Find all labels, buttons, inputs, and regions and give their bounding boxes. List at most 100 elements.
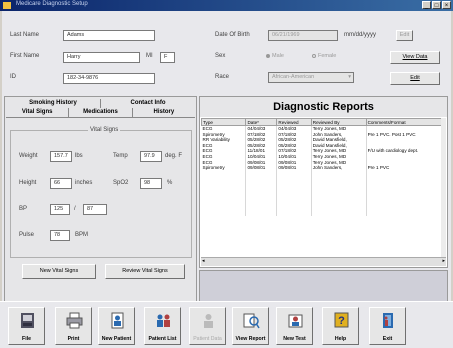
reports-table: Type Date* Reviewed Reviewed By Comments/For… — [200, 118, 447, 216]
app-icon — [3, 2, 11, 9]
radio-selected-icon — [266, 53, 270, 58]
spo2-field[interactable]: 98 — [140, 178, 162, 189]
first-name-field[interactable]: Harry — [63, 52, 140, 63]
svg-text:?: ? — [338, 315, 345, 327]
tab-row-2: Vital Signs Medications History — [6, 108, 195, 118]
dob-edit-button[interactable]: Edit — [396, 30, 413, 41]
last-name-label: Last Name — [10, 32, 40, 38]
horizontal-scrollbar[interactable]: ◂ ▸ — [201, 257, 446, 266]
title-bar: Medicare Diagnostic Setup _ □ × — [0, 0, 453, 11]
sex-female-radio[interactable]: Female — [312, 53, 336, 59]
tab-contact-info[interactable]: Contact Info — [101, 99, 195, 108]
view-data-button[interactable]: View Data — [390, 51, 440, 64]
file-label: File — [22, 336, 31, 342]
spo2-label: SpO2 — [113, 180, 129, 186]
sex-male-radio[interactable]: Male — [266, 53, 284, 59]
radio-unselected-icon — [312, 53, 316, 58]
edit-label: Edit — [410, 75, 420, 81]
height-unit: inches — [75, 180, 93, 186]
temp-unit: deg. F — [165, 153, 183, 159]
view-report-label: View Report — [235, 336, 266, 342]
view-report-button[interactable]: View Report — [232, 307, 269, 345]
sex-label: Sex — [215, 53, 226, 59]
empty-row — [201, 209, 447, 216]
help-icon: ? — [334, 312, 349, 328]
tab-medications[interactable]: Medications — [69, 108, 131, 117]
dob-field[interactable]: 06/21/1969 — [268, 30, 338, 41]
mi-label: MI — [146, 53, 153, 59]
column-header[interactable]: Comments/Format — [365, 118, 447, 126]
help-label: Help — [334, 336, 347, 342]
patient-list-label: Patient List — [148, 336, 177, 342]
new-patient-button[interactable]: New Patient — [98, 307, 135, 345]
last-name-field[interactable]: Adams — [63, 30, 155, 41]
race-value: African-American — [272, 74, 315, 80]
bp-systolic-field[interactable]: 125 — [50, 204, 70, 215]
column-header[interactable]: Reviewed — [276, 118, 312, 126]
new-vital-signs-button[interactable]: New Vital Signs — [22, 264, 96, 279]
bp-diastolic-field[interactable]: 87 — [83, 204, 107, 215]
print-button[interactable]: Print — [55, 307, 92, 345]
first-name-label: First Name — [10, 53, 40, 59]
chevron-down-icon: ▾ — [348, 74, 351, 80]
column-header[interactable]: Date* — [245, 118, 278, 126]
help-button[interactable]: ? Help — [322, 307, 359, 345]
tab-vital-signs[interactable]: Vital Signs — [6, 108, 68, 117]
patient-data-label: Patient Data — [193, 336, 222, 342]
height-field[interactable]: 66 — [50, 178, 72, 189]
review-vital-signs-label: Review Vital Signs — [122, 268, 168, 274]
new-patient-label: New Patient — [101, 336, 132, 342]
minimize-button[interactable]: _ — [422, 1, 431, 9]
reports-title: Diagnostic Reports — [200, 97, 447, 117]
height-label: Height — [19, 180, 37, 186]
spo2-unit: % — [167, 180, 173, 186]
pulse-unit: BPM — [75, 232, 89, 238]
vertical-scrollbar[interactable] — [441, 118, 446, 257]
column-header[interactable]: Reviewed By — [310, 118, 367, 126]
bp-separator: / — [74, 206, 76, 212]
pulse-label: Pulse — [19, 232, 35, 238]
bp-label: BP — [19, 206, 28, 212]
patient-list-icon — [157, 314, 170, 327]
race-select[interactable]: African-American ▾ — [268, 72, 354, 83]
edit-button[interactable]: Edit — [390, 72, 440, 85]
bottom-toolbar: File Print New Patient Patient List Pati… — [0, 301, 453, 348]
scroll-right-icon[interactable]: ▸ — [442, 258, 445, 264]
id-field[interactable]: 182-34-9876 — [63, 73, 155, 84]
column-header[interactable]: Type — [200, 118, 247, 126]
id-label: ID — [10, 74, 16, 80]
pulse-field[interactable]: 78 — [50, 230, 70, 241]
exit-icon — [383, 313, 393, 328]
dob-format-label: mm/dd/yyyy — [344, 32, 377, 38]
patient-data-icon — [204, 314, 213, 328]
temp-field[interactable]: 97.9 — [140, 151, 162, 162]
vital-signs-group — [10, 130, 192, 258]
view-data-label: View Data — [402, 54, 428, 60]
weight-field[interactable]: 157.7 — [50, 151, 72, 162]
exit-label: Exit — [382, 336, 393, 342]
vital-signs-title: Vital Signs — [88, 127, 121, 133]
race-label: Race — [215, 74, 230, 80]
new-vital-signs-label: New Vital Signs — [39, 268, 79, 274]
new-test-icon — [288, 314, 303, 328]
mi-field[interactable]: F — [160, 52, 175, 63]
sex-female-label: Female — [318, 53, 337, 59]
weight-label: Weight — [19, 153, 38, 159]
patient-list-button[interactable]: Patient List — [144, 307, 181, 345]
view-report-icon — [243, 313, 260, 329]
patient-data-button[interactable]: Patient Data — [189, 307, 226, 345]
printer-icon — [66, 312, 83, 329]
file-button[interactable]: File — [8, 307, 45, 345]
exit-button[interactable]: Exit — [369, 307, 406, 345]
weight-unit: lbs — [75, 153, 83, 159]
tab-history[interactable]: History — [133, 108, 195, 117]
review-vital-signs-button[interactable]: Review Vital Signs — [105, 264, 185, 279]
new-test-button[interactable]: New Test — [276, 307, 313, 345]
new-test-label: New Test — [283, 336, 306, 342]
file-icon — [21, 313, 34, 328]
print-label: Print — [67, 336, 80, 342]
tab-smoking-history[interactable]: Smoking History — [6, 99, 100, 108]
close-button[interactable]: × — [442, 1, 451, 9]
scroll-left-icon[interactable]: ◂ — [202, 258, 205, 264]
maximize-button[interactable]: □ — [432, 1, 441, 9]
